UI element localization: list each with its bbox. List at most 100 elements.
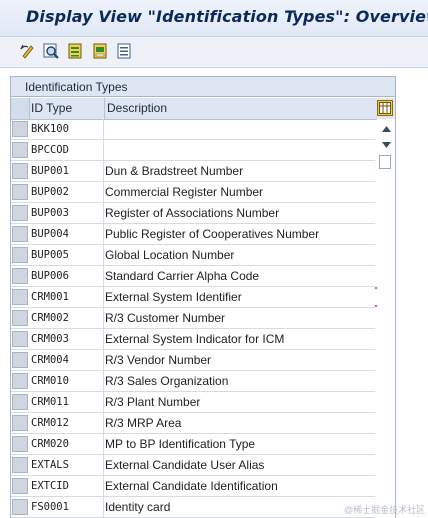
table-settings-button[interactable] [377, 100, 393, 116]
row-selector[interactable] [12, 478, 28, 494]
id-type-cell: CRM011 [30, 392, 104, 412]
id-type-cell: CRM001 [30, 287, 104, 307]
row-selector[interactable] [12, 142, 28, 158]
description-cell[interactable] [104, 140, 376, 160]
watermark: @稀土掘金技术社区 [344, 505, 426, 515]
id-type-cell: EXTCID [30, 476, 104, 496]
table-row[interactable]: FS0001 Identity card [11, 497, 375, 518]
id-type-cell: BUP005 [30, 245, 104, 265]
row-selector[interactable] [12, 352, 28, 368]
description-cell[interactable]: External System Identifier [104, 287, 376, 307]
deselect-all-button[interactable] [115, 42, 133, 60]
description-cell[interactable]: Dun & Bradstreet Number [104, 161, 376, 181]
id-type-cell: CRM010 [30, 371, 104, 391]
application-toolbar [0, 36, 428, 68]
id-type-cell: BPCCOD [30, 140, 104, 160]
table-row[interactable]: CRM020 MP to BP Identification Type [11, 434, 375, 455]
select-block-icon [93, 43, 107, 59]
description-cell[interactable]: MP to BP Identification Type [104, 434, 376, 454]
select-all-rows-cell[interactable] [11, 98, 30, 119]
table-row[interactable]: CRM012 R/3 MRP Area [11, 413, 375, 434]
display-change-icon [20, 44, 34, 59]
description-cell[interactable]: R/3 Sales Organization [104, 371, 376, 391]
row-selector[interactable] [12, 268, 28, 284]
table-row[interactable]: CRM010 R/3 Sales Organization [11, 371, 375, 392]
row-selector[interactable] [12, 205, 28, 221]
row-selector[interactable] [12, 331, 28, 347]
identification-types-table: Identification Types ID Type Description… [10, 76, 396, 518]
description-cell[interactable]: R/3 MRP Area [104, 413, 376, 433]
id-type-cell: EXTALS [30, 455, 104, 475]
description-cell[interactable]: External Candidate Identification [104, 476, 376, 496]
table-row[interactable]: CRM004 R/3 Vendor Number [11, 350, 375, 371]
description-cell[interactable] [104, 119, 376, 139]
table-row[interactable]: BUP005 Global Location Number [11, 245, 375, 266]
table-row[interactable]: CRM001 External System Identifier [11, 287, 379, 308]
id-type-cell: BUP004 [30, 224, 104, 244]
row-selector[interactable] [12, 436, 28, 452]
description-cell[interactable]: Public Register of Cooperatives Number [104, 224, 376, 244]
vertical-scrollbar[interactable] [377, 119, 395, 518]
details-icon [43, 43, 59, 59]
description-cell[interactable]: Identity card [104, 497, 376, 517]
row-selector[interactable] [12, 184, 28, 200]
table-settings-icon [379, 102, 391, 114]
row-selector[interactable] [12, 121, 28, 137]
id-type-cell: BUP003 [30, 203, 104, 223]
table-row[interactable]: CRM002 R/3 Customer Number [11, 308, 375, 329]
row-selector[interactable] [12, 373, 28, 389]
id-type-cell: BUP001 [30, 161, 104, 181]
table-column-header: ID Type Description [11, 98, 395, 120]
description-cell[interactable]: Register of Associations Number [104, 203, 376, 223]
description-cell[interactable]: Commercial Register Number [104, 182, 376, 202]
table-row[interactable]: BPCCOD [11, 140, 375, 161]
id-type-cell: BKK100 [30, 119, 104, 139]
scroll-thumb[interactable] [379, 155, 391, 169]
column-header-description[interactable]: Description [104, 98, 377, 119]
id-type-cell: CRM002 [30, 308, 104, 328]
table-title: Identification Types [11, 77, 395, 97]
description-cell[interactable]: R/3 Vendor Number [104, 350, 376, 370]
column-header-id-type[interactable]: ID Type [30, 98, 105, 119]
row-selector[interactable] [12, 499, 28, 515]
id-type-cell: CRM004 [30, 350, 104, 370]
id-type-cell: CRM020 [30, 434, 104, 454]
row-selector[interactable] [12, 415, 28, 431]
row-selector[interactable] [12, 226, 28, 242]
select-all-button[interactable] [66, 42, 84, 60]
scroll-down-button[interactable] [380, 139, 392, 151]
description-cell[interactable]: Global Location Number [104, 245, 376, 265]
table-row[interactable]: BUP003 Register of Associations Number [11, 203, 375, 224]
table-body: BKK100 BPCCOD BUP001 Dun & Bradstreet Numbe… [11, 119, 379, 518]
scroll-up-button[interactable] [380, 123, 392, 135]
row-selector[interactable] [12, 247, 28, 263]
triangle-down-icon [381, 142, 391, 148]
description-cell[interactable]: R/3 Plant Number [104, 392, 376, 412]
table-row[interactable]: EXTCID External Candidate Identification [11, 476, 375, 497]
id-type-cell: BUP006 [30, 266, 104, 286]
select-all-icon [68, 43, 82, 59]
table-row[interactable]: BUP002 Commercial Register Number [11, 182, 375, 203]
table-row[interactable]: BUP001 Dun & Bradstreet Number [11, 161, 375, 182]
display-change-button[interactable] [19, 42, 37, 60]
description-cell[interactable]: External Candidate User Alias [104, 455, 376, 475]
table-row[interactable]: CRM003 External System Indicator for ICM [11, 329, 375, 350]
description-cell[interactable]: External System Indicator for ICM [104, 329, 376, 349]
row-selector[interactable] [12, 310, 28, 326]
deselect-all-icon [117, 43, 131, 59]
row-selector[interactable] [12, 289, 28, 305]
table-row[interactable]: CRM011 R/3 Plant Number [11, 392, 375, 413]
table-row[interactable]: BUP006 Standard Carrier Alpha Code [11, 266, 375, 287]
description-cell[interactable]: Standard Carrier Alpha Code [104, 266, 376, 286]
description-cell[interactable]: R/3 Customer Number [104, 308, 376, 328]
table-row[interactable]: EXTALS External Candidate User Alias [11, 455, 375, 476]
id-type-cell: CRM003 [30, 329, 104, 349]
row-selector[interactable] [12, 457, 28, 473]
row-selector[interactable] [12, 163, 28, 179]
table-row[interactable]: BUP004 Public Register of Cooperatives Nu… [11, 224, 375, 245]
details-button[interactable] [42, 42, 60, 60]
table-row[interactable]: BKK100 [11, 119, 375, 140]
select-block-button[interactable] [91, 42, 109, 60]
triangle-up-icon [381, 126, 391, 132]
row-selector[interactable] [12, 394, 28, 410]
